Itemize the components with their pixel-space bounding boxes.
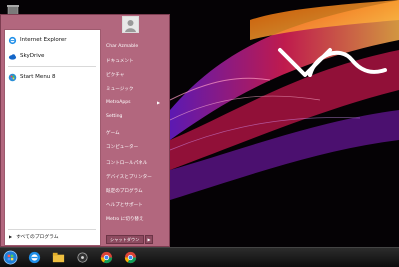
all-programs-button[interactable]: ▶ すべてのプログラム — [9, 233, 59, 240]
shutdown-options-button[interactable]: ▶ — [145, 235, 153, 244]
taskbar — [0, 247, 399, 267]
divider — [8, 229, 96, 230]
devices-printers-link[interactable]: デバイスとプリンター — [106, 174, 152, 180]
start-menu: Internet Explorer SkyDrive Start Menu 8 … — [0, 14, 170, 259]
pinned-label: SkyDrive — [20, 53, 45, 59]
user-avatar[interactable] — [122, 16, 139, 33]
internet-explorer-icon[interactable] — [27, 250, 42, 265]
triangle-right-icon: ▶ — [9, 234, 13, 239]
documents-link[interactable]: ドキュメント — [106, 58, 134, 64]
control-panel-link[interactable]: コントロールパネル — [106, 160, 147, 166]
chrome-icon[interactable] — [123, 250, 138, 265]
shutdown-button[interactable]: シャットダウン — [106, 235, 144, 244]
file-explorer-icon[interactable] — [51, 250, 66, 265]
user-name-link[interactable]: Char Azmable — [106, 44, 138, 49]
metroapps-link[interactable]: MetroApps — [106, 100, 131, 105]
switch-to-metro-link[interactable]: Metro に切り替え — [106, 216, 144, 222]
pinned-internet-explorer[interactable]: Internet Explorer — [6, 33, 100, 47]
chrome-icon[interactable] — [99, 250, 114, 265]
all-programs-label: すべてのプログラム — [16, 235, 59, 240]
pictures-link[interactable]: ピクチャ — [106, 72, 124, 78]
submenu-arrow-icon: ▶ — [157, 100, 161, 105]
setting-link[interactable]: Setting — [106, 114, 122, 119]
start-menu-right-pane: Char Azmable ドキュメント ピクチャ ミュージック MetroApp… — [103, 15, 169, 246]
pinned-start-menu-8[interactable]: Start Menu 8 — [6, 70, 100, 84]
music-link[interactable]: ミュージック — [106, 86, 133, 92]
start-menu-left-pane: Internet Explorer SkyDrive Start Menu 8 … — [4, 29, 101, 259]
internet-explorer-icon — [8, 36, 17, 44]
start-menu-8-icon — [8, 73, 17, 81]
user-picture-icon — [123, 17, 138, 32]
media-player-icon[interactable] — [75, 250, 90, 265]
default-programs-link[interactable]: 既定のプログラム — [106, 188, 143, 194]
divider — [8, 66, 96, 67]
start-orb-icon[interactable] — [3, 250, 18, 265]
skydrive-icon — [8, 53, 17, 60]
pinned-label: Start Menu 8 — [20, 74, 56, 80]
pinned-skydrive[interactable]: SkyDrive — [6, 49, 100, 63]
games-link[interactable]: ゲーム — [106, 130, 120, 136]
help-support-link[interactable]: ヘルプとサポート — [106, 202, 143, 208]
pinned-label: Internet Explorer — [20, 37, 67, 43]
computer-link[interactable]: コンピューター — [106, 144, 138, 150]
